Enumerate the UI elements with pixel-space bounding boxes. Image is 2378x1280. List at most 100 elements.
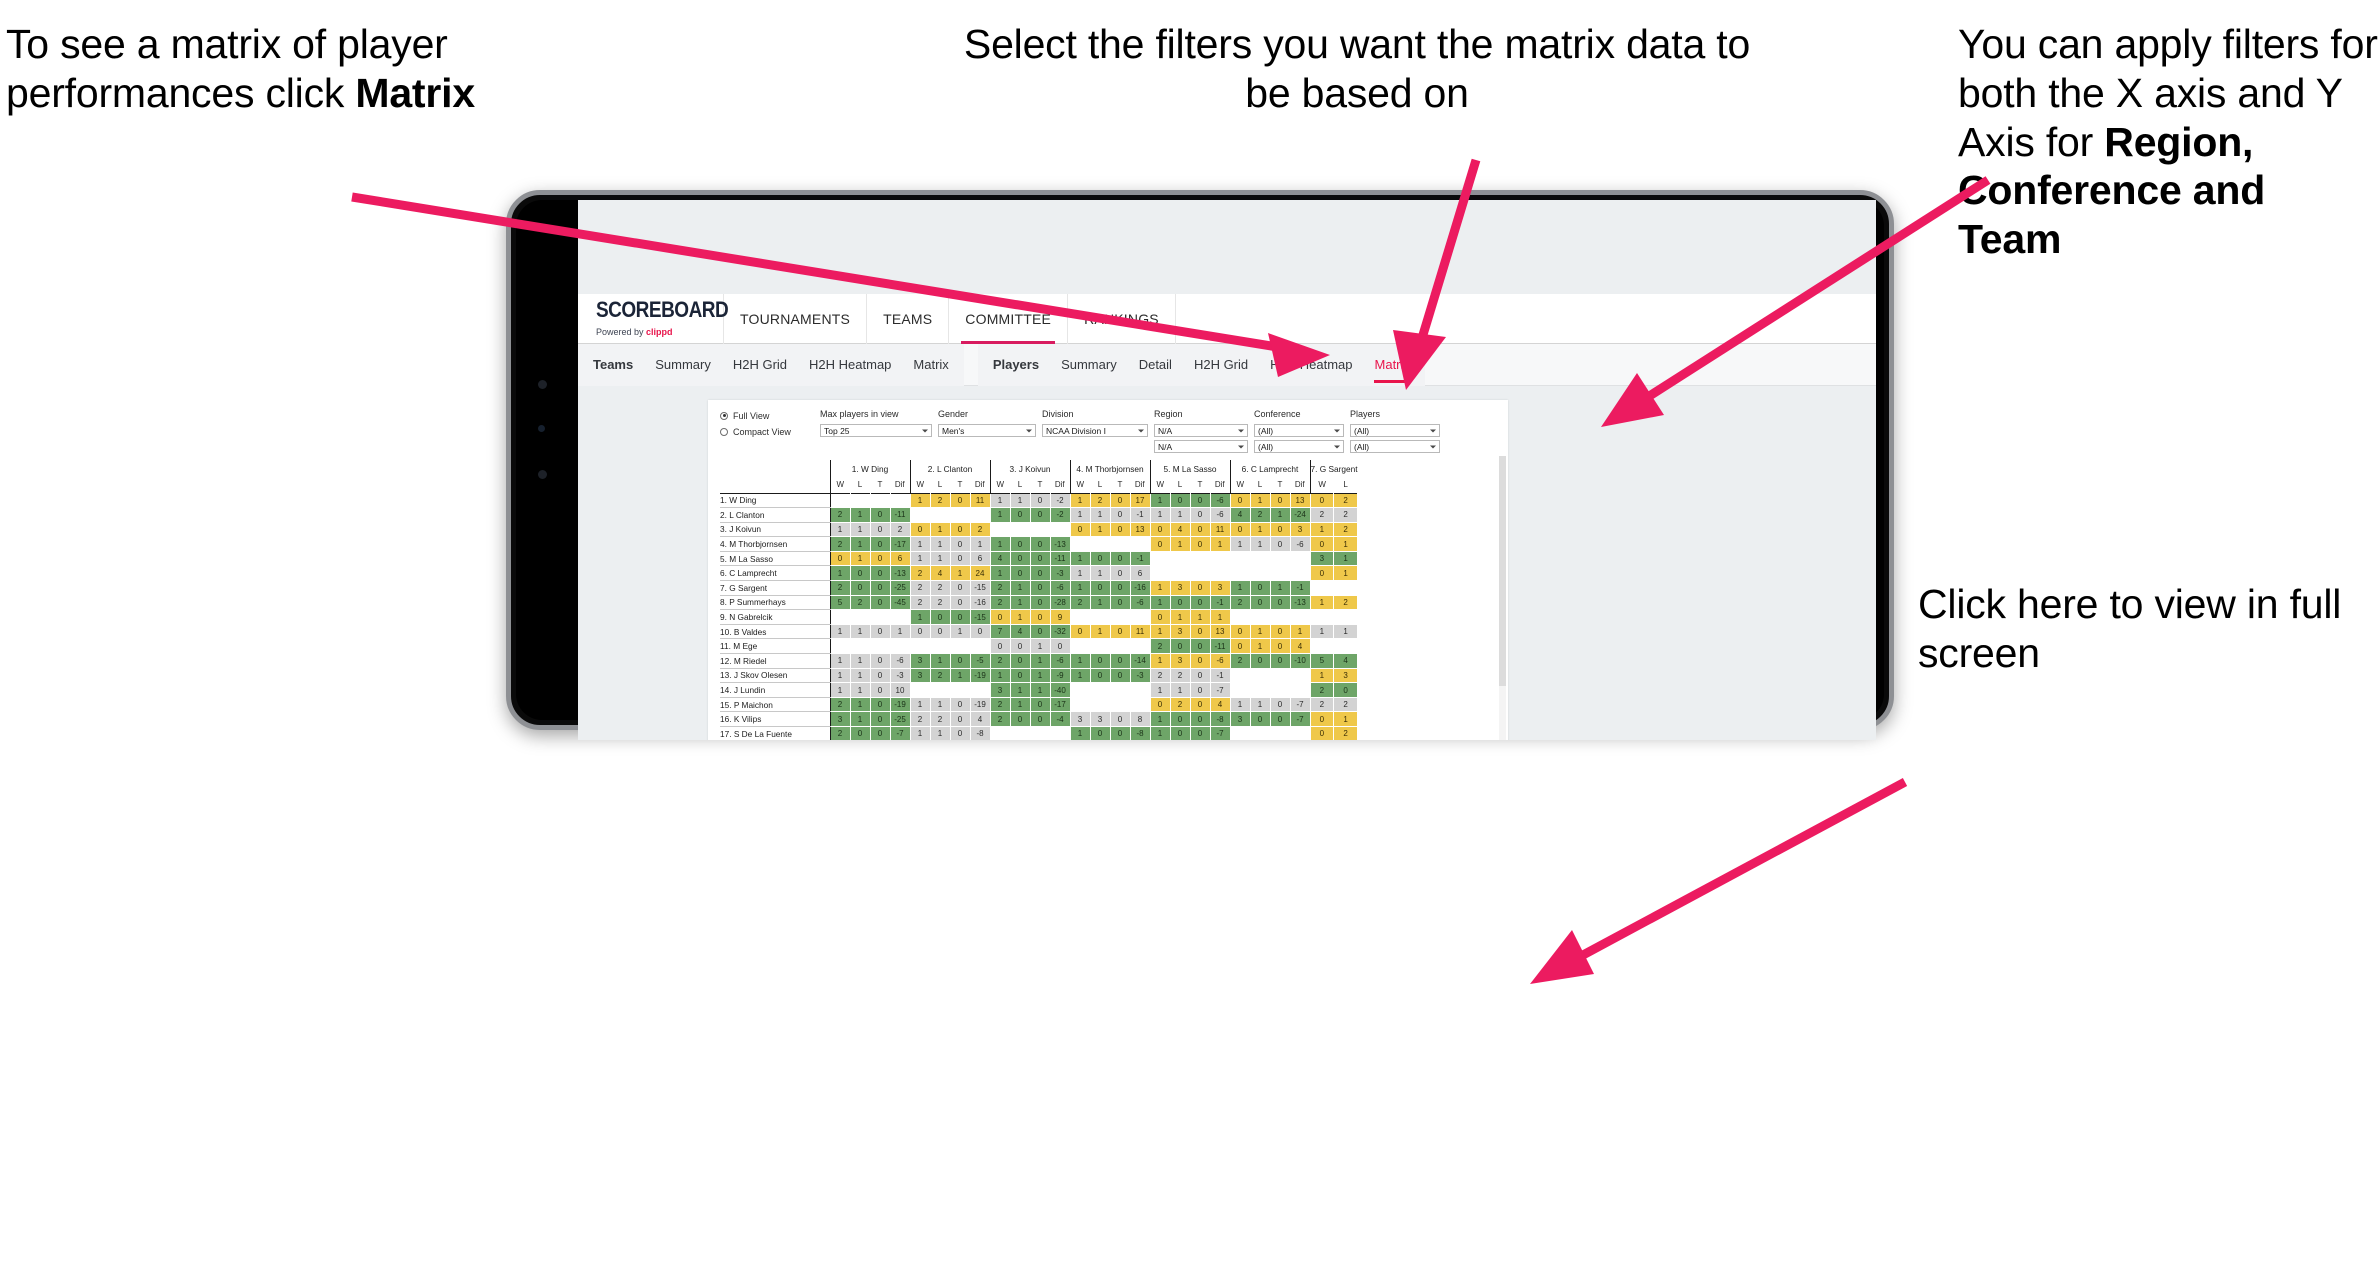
matrix-cell[interactable]: 0 <box>1110 711 1131 727</box>
matrix-cell[interactable]: 0 <box>850 726 871 740</box>
matrix-cell[interactable]: 3 <box>1069 711 1091 727</box>
matrix-cell[interactable] <box>1069 682 1091 698</box>
matrix-cell[interactable]: 0 <box>1090 668 1111 684</box>
matrix-cell[interactable]: -2 <box>1050 507 1071 523</box>
matrix-cell[interactable]: 1 <box>850 668 871 684</box>
matrix-cell[interactable]: 2 <box>1333 507 1359 523</box>
matrix-cell[interactable]: 0 <box>950 711 971 727</box>
matrix-cell[interactable]: 2 <box>829 507 851 523</box>
matrix-row-header[interactable]: 14. J Lundin <box>720 682 830 698</box>
matrix-cell[interactable]: 0 <box>1229 624 1251 640</box>
tab-group2-summary[interactable]: Summary <box>1050 344 1128 386</box>
matrix-cell[interactable]: -1 <box>1210 668 1231 684</box>
matrix-cell[interactable] <box>1110 536 1131 552</box>
matrix-cell[interactable]: 1 <box>850 653 871 669</box>
matrix-cell[interactable]: 0 <box>930 624 951 640</box>
matrix-cell[interactable]: 1 <box>1229 580 1251 596</box>
tab-group2-players[interactable]: Players <box>982 344 1050 386</box>
matrix-cell[interactable]: -25 <box>890 580 911 596</box>
matrix-cell[interactable]: 1 <box>1149 682 1171 698</box>
matrix-cell[interactable] <box>1290 726 1311 740</box>
matrix-cell[interactable] <box>1090 697 1111 713</box>
tab-group2-detail[interactable]: Detail <box>1128 344 1183 386</box>
matrix-cell[interactable] <box>950 682 971 698</box>
matrix-cell[interactable]: 1 <box>909 536 931 552</box>
matrix-cell[interactable]: 13 <box>1130 522 1151 538</box>
matrix-cell[interactable]: 1 <box>1069 653 1091 669</box>
matrix-row-header[interactable]: 10. B Valdes <box>720 624 830 640</box>
matrix-cell[interactable]: 1 <box>930 653 951 669</box>
matrix-cell[interactable]: 1 <box>909 551 931 567</box>
matrix-cell[interactable]: 0 <box>1270 492 1291 509</box>
matrix-cell[interactable]: 0 <box>1030 624 1051 640</box>
matrix-cell[interactable] <box>950 638 971 655</box>
gender-select[interactable]: Men's <box>938 424 1036 437</box>
matrix-cell[interactable]: 0 <box>1190 697 1211 713</box>
matrix-cell[interactable]: 0 <box>1110 492 1131 509</box>
matrix-cell[interactable]: 0 <box>870 726 891 740</box>
matrix-cell[interactable]: 2 <box>1250 507 1271 523</box>
matrix-cell[interactable]: 1 <box>909 726 931 740</box>
matrix-cell[interactable]: 1 <box>850 697 871 713</box>
tab-group2-h2h-heatmap[interactable]: H2H Heatmap <box>1259 344 1363 386</box>
matrix-cell[interactable]: 2 <box>1333 522 1359 538</box>
matrix-cell[interactable]: 1 <box>1069 580 1091 596</box>
matrix-cell[interactable]: 0 <box>989 609 1011 625</box>
matrix-cell[interactable] <box>1130 609 1151 625</box>
matrix-cell[interactable] <box>1090 638 1111 655</box>
matrix-cell[interactable]: 1 <box>1250 697 1271 713</box>
matrix-cell[interactable]: 1 <box>1010 682 1031 698</box>
matrix-cell[interactable]: 0 <box>1250 653 1271 669</box>
matrix-cell[interactable]: 1 <box>1250 492 1271 509</box>
matrix-cell[interactable]: -24 <box>1290 507 1311 523</box>
matrix-cell[interactable]: 9 <box>1050 609 1071 625</box>
matrix-cell[interactable]: -6 <box>890 653 911 669</box>
matrix-cell[interactable] <box>850 609 871 625</box>
matrix-cell[interactable]: -13 <box>1290 595 1311 611</box>
matrix-cell[interactable]: 2 <box>1309 507 1335 523</box>
matrix-cell[interactable]: 1 <box>1069 726 1091 740</box>
matrix-cell[interactable] <box>1333 580 1359 596</box>
matrix-cell[interactable]: 0 <box>1190 507 1211 523</box>
matrix-cell[interactable]: 0 <box>1309 536 1335 552</box>
matrix-cell[interactable]: 1 <box>1149 580 1171 596</box>
matrix-cell[interactable]: 0 <box>850 565 871 582</box>
matrix-row-header[interactable]: 6. C Lamprecht <box>720 565 830 582</box>
matrix-cell[interactable] <box>1250 551 1271 567</box>
matrix-cell[interactable] <box>1090 682 1111 698</box>
matrix-cell[interactable]: 0 <box>1190 580 1211 596</box>
matrix-cell[interactable]: 0 <box>870 536 891 552</box>
matrix-cell[interactable] <box>1309 638 1335 655</box>
matrix-cell[interactable]: 0 <box>1010 638 1031 655</box>
matrix-cell[interactable]: 2 <box>1309 697 1335 713</box>
matrix-cell[interactable]: 2 <box>930 580 951 596</box>
matrix-cell[interactable]: 1 <box>950 565 971 582</box>
matrix-cell[interactable] <box>1309 609 1335 625</box>
matrix-cell[interactable] <box>890 492 911 509</box>
matrix-cell[interactable]: -8 <box>970 726 991 740</box>
matrix-cell[interactable] <box>1069 536 1091 552</box>
matrix-cell[interactable]: -1 <box>1130 551 1151 567</box>
matrix-cell[interactable]: 0 <box>1110 522 1131 538</box>
matrix-cell[interactable]: 1 <box>1090 522 1111 538</box>
matrix-row-header[interactable]: 16. K Vilips <box>720 711 830 727</box>
matrix-cell[interactable]: 4 <box>970 711 991 727</box>
matrix-row-header[interactable]: 1. W Ding <box>720 492 830 509</box>
topnav-item-rankings[interactable]: RANKINGS <box>1068 293 1176 344</box>
matrix-cell[interactable] <box>989 726 1011 740</box>
matrix-cell[interactable]: 0 <box>1030 609 1051 625</box>
matrix-cell[interactable]: -45 <box>890 595 911 611</box>
matrix-cell[interactable]: 0 <box>950 492 971 509</box>
matrix-row-header[interactable]: 17. S De La Fuente <box>720 726 830 740</box>
matrix-cell[interactable]: -6 <box>1050 653 1071 669</box>
matrix-cell[interactable]: 3 <box>1210 580 1231 596</box>
matrix-cell[interactable]: -8 <box>1130 726 1151 740</box>
matrix-cell[interactable] <box>909 682 931 698</box>
matrix-cell[interactable]: 0 <box>1010 507 1031 523</box>
matrix-cell[interactable]: 1 <box>1190 609 1211 625</box>
matrix-cell[interactable]: 0 <box>1170 492 1191 509</box>
matrix-cell[interactable]: 3 <box>1170 653 1191 669</box>
players-select-x[interactable]: (All) <box>1350 424 1440 437</box>
matrix-cell[interactable]: 0 <box>1069 522 1091 538</box>
matrix-cell[interactable]: 6 <box>970 551 991 567</box>
